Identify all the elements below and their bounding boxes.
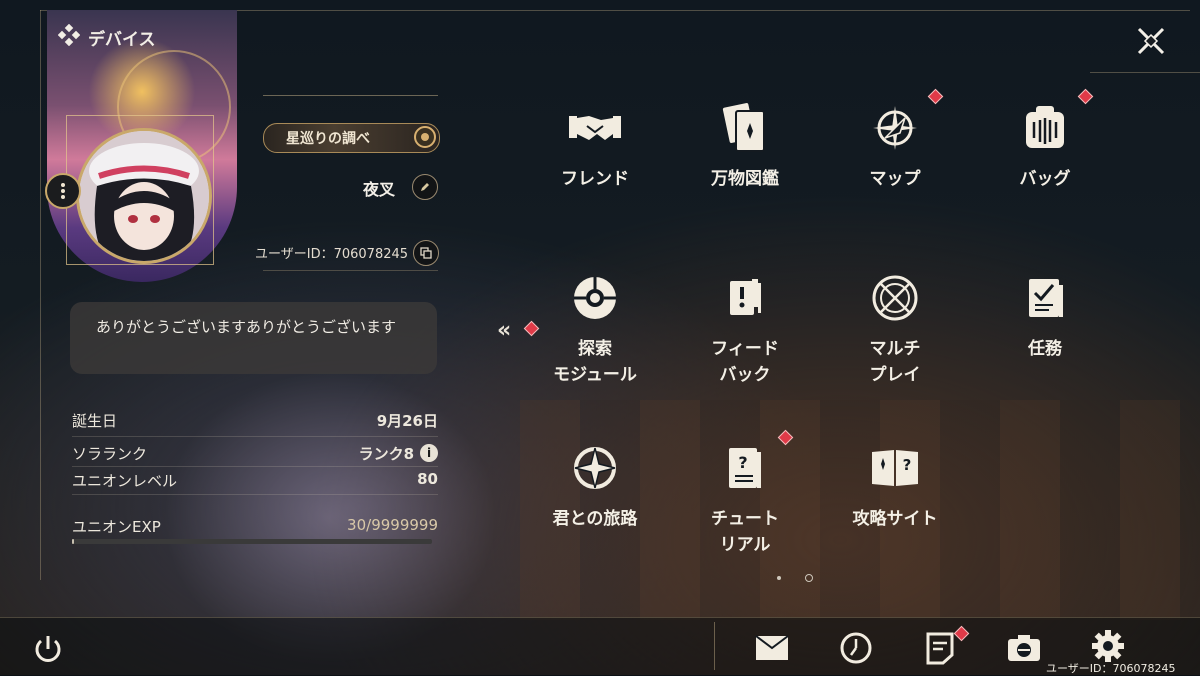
menu-item-label: 探索 モジュール [553, 339, 637, 385]
notes-icon [926, 632, 954, 665]
guide-icon: ? [867, 440, 923, 496]
title-badge-label: 星巡りの調べ [286, 131, 370, 147]
menu-item-friend[interactable]: フレンド [520, 100, 670, 192]
menu-item-label: 任務 [1028, 339, 1062, 359]
badge-emblem-icon [413, 125, 437, 153]
camera-icon [1008, 635, 1040, 661]
player-name: 夜叉 [363, 180, 396, 199]
menu-item-multiplayer[interactable]: マルチ プレイ [820, 270, 970, 388]
mail-icon [755, 635, 789, 660]
camera-button[interactable] [1004, 628, 1044, 668]
info-icon[interactable]: i [420, 444, 438, 462]
close-icon [1137, 27, 1165, 55]
divider [72, 466, 438, 467]
user-id: ユーザーID：706078245 [255, 247, 409, 262]
power-icon [35, 636, 61, 662]
menu-item-label: 万物図鑑 [711, 169, 779, 189]
close-button[interactable] [1134, 24, 1168, 58]
svg-text:?: ? [738, 453, 747, 472]
menu-item-tutorial[interactable]: ? チュート リアル [670, 440, 820, 558]
profile-more-button[interactable] [45, 173, 81, 209]
menu-item-label: 攻略サイト [852, 509, 938, 529]
stat-birthday: 誕生日 9月26日 [72, 410, 438, 432]
menu-item-journey[interactable]: 君との旅路 [520, 440, 670, 532]
power-button[interactable] [28, 629, 68, 669]
svg-text:?: ? [903, 456, 912, 474]
copy-id-button[interactable] [413, 240, 439, 266]
multiplayer-icon [867, 270, 923, 326]
stat-label: ユニオンレベル [72, 472, 178, 490]
double-chevron-left-icon: « [497, 318, 511, 343]
frame-line-right [1090, 72, 1200, 73]
divider [72, 494, 438, 495]
stat-label: 誕生日 [72, 412, 118, 430]
page-title: デバイス [88, 30, 156, 50]
tutorial-icon: ? [717, 440, 773, 496]
more-vertical-icon [61, 183, 65, 199]
stat-label: ユニオンEXP [72, 518, 161, 536]
menu-item-label: マップ [869, 169, 921, 189]
menu-item-mission[interactable]: 任務 [970, 270, 1120, 362]
module-icon [567, 270, 623, 326]
menu-item-label: フレンド [561, 169, 629, 189]
pencil-icon [421, 183, 429, 191]
menu-item-bag[interactable]: バッグ [970, 100, 1120, 192]
pager-dot[interactable] [777, 576, 781, 580]
diamond-icon [57, 23, 81, 51]
copy-icon [420, 247, 432, 259]
mail-button[interactable] [752, 628, 792, 668]
menu-item-label: マルチ プレイ [869, 339, 921, 385]
stat-value: 9月26日 [376, 412, 438, 430]
cards-icon [717, 100, 773, 156]
title-badge[interactable]: 星巡りの調べ [263, 123, 440, 153]
feedback-icon [717, 270, 773, 326]
bag-icon [1017, 100, 1073, 156]
journey-icon [567, 440, 623, 496]
clock-button[interactable] [836, 628, 876, 668]
menu-item-feedback[interactable]: フィード バック [670, 270, 820, 388]
gear-icon [1092, 630, 1124, 662]
stat-union-exp: ユニオンEXP 30/9999999 [72, 516, 438, 538]
stat-sora-rank: ソラランク ランク8 i [72, 443, 438, 465]
divider [714, 622, 715, 670]
exp-progress-bar [72, 539, 432, 544]
divider [263, 270, 438, 271]
page-title-group: デバイス [57, 23, 156, 51]
handshake-icon [567, 100, 623, 156]
clock-icon [840, 632, 872, 664]
edit-name-button[interactable] [412, 174, 438, 200]
menu-item-guide-site[interactable]: ? 攻略サイト [820, 440, 970, 532]
menu-item-label: チュート リアル [711, 509, 779, 555]
stat-label: ソラランク [72, 445, 148, 463]
stat-value: 30/9999999 [347, 516, 438, 534]
stat-value: ランク8 [358, 445, 414, 463]
footer-user-id: ユーザーID：706078245 [1046, 662, 1176, 675]
menu-item-map[interactable]: マップ [820, 100, 970, 192]
menu-item-label: フィード バック [711, 339, 779, 385]
stat-value: 80 [417, 470, 438, 488]
stat-union-level: ユニオンレベル 80 [72, 470, 438, 492]
menu-item-label: バッグ [1019, 169, 1071, 189]
compass-icon [867, 100, 923, 156]
frame-line-left [40, 10, 41, 580]
pager-dot-active[interactable] [805, 574, 813, 582]
divider [72, 436, 438, 437]
divider [263, 95, 438, 96]
mission-icon [1017, 270, 1073, 326]
menu-item-encyclopedia[interactable]: 万物図鑑 [670, 100, 820, 192]
menu-item-explore-module[interactable]: 探索 モジュール [520, 270, 670, 388]
profile-message[interactable]: ありがとうございますありがとうございます [70, 302, 437, 374]
collapse-button[interactable]: « [497, 318, 511, 343]
menu-item-label: 君との旅路 [552, 509, 638, 529]
exp-progress-fill [72, 539, 74, 544]
avatar[interactable] [76, 128, 212, 264]
